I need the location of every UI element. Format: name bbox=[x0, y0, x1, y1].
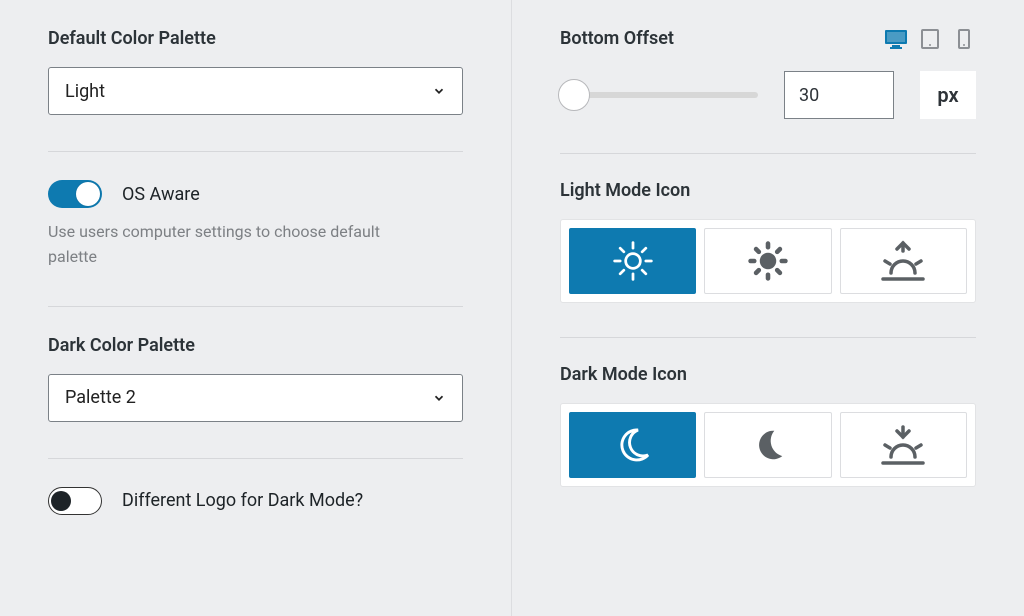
bottom-offset-input[interactable]: 30 bbox=[784, 71, 894, 119]
dark-icon-option-moon-solid[interactable] bbox=[704, 412, 831, 478]
divider bbox=[48, 306, 463, 307]
default-color-palette-value: Light bbox=[65, 81, 105, 102]
chevron-down-icon bbox=[432, 391, 446, 405]
bottom-offset-value: 30 bbox=[799, 85, 819, 106]
bottom-offset-slider[interactable] bbox=[560, 92, 758, 98]
dark-color-palette-value: Palette 2 bbox=[65, 387, 136, 408]
bottom-offset-label: Bottom Offset bbox=[560, 28, 674, 49]
mobile-icon[interactable] bbox=[952, 29, 976, 49]
dark-color-palette-label: Dark Color Palette bbox=[48, 335, 463, 356]
moon-outline-icon bbox=[613, 425, 653, 465]
slider-thumb[interactable] bbox=[558, 79, 590, 111]
sunrise-icon bbox=[877, 239, 929, 283]
dark-mode-icon-picker bbox=[560, 403, 976, 487]
different-logo-toggle[interactable] bbox=[48, 487, 102, 515]
light-icon-option-sun-solid[interactable] bbox=[704, 228, 831, 294]
default-color-palette-select[interactable]: Light bbox=[48, 67, 463, 115]
divider bbox=[560, 153, 976, 154]
light-icon-option-sun-outline[interactable] bbox=[569, 228, 696, 294]
dark-icon-option-sunset[interactable] bbox=[840, 412, 967, 478]
chevron-down-icon bbox=[432, 84, 446, 98]
tablet-icon[interactable] bbox=[918, 29, 942, 49]
sun-solid-icon bbox=[746, 239, 790, 283]
dark-icon-option-moon-outline[interactable] bbox=[569, 412, 696, 478]
os-aware-label: OS Aware bbox=[122, 184, 200, 205]
divider bbox=[560, 337, 976, 338]
toggle-knob bbox=[51, 491, 71, 511]
toggle-knob bbox=[76, 182, 100, 206]
os-aware-toggle[interactable] bbox=[48, 180, 102, 208]
light-mode-icon-picker bbox=[560, 219, 976, 303]
default-color-palette-label: Default Color Palette bbox=[48, 28, 463, 49]
dark-color-palette-select[interactable]: Palette 2 bbox=[48, 374, 463, 422]
moon-solid-icon bbox=[749, 426, 787, 464]
light-mode-icon-label: Light Mode Icon bbox=[560, 180, 976, 201]
desktop-icon[interactable] bbox=[884, 29, 908, 49]
divider bbox=[48, 151, 463, 152]
bottom-offset-unit[interactable]: px bbox=[920, 71, 976, 119]
sun-outline-icon bbox=[611, 239, 655, 283]
sunset-icon bbox=[877, 423, 929, 467]
dark-mode-icon-label: Dark Mode Icon bbox=[560, 364, 976, 385]
different-logo-label: Different Logo for Dark Mode? bbox=[122, 490, 363, 511]
light-icon-option-sunrise[interactable] bbox=[840, 228, 967, 294]
responsive-device-switcher bbox=[884, 29, 976, 49]
os-aware-help-text: Use users computer settings to choose de… bbox=[48, 220, 408, 270]
divider bbox=[48, 458, 463, 459]
